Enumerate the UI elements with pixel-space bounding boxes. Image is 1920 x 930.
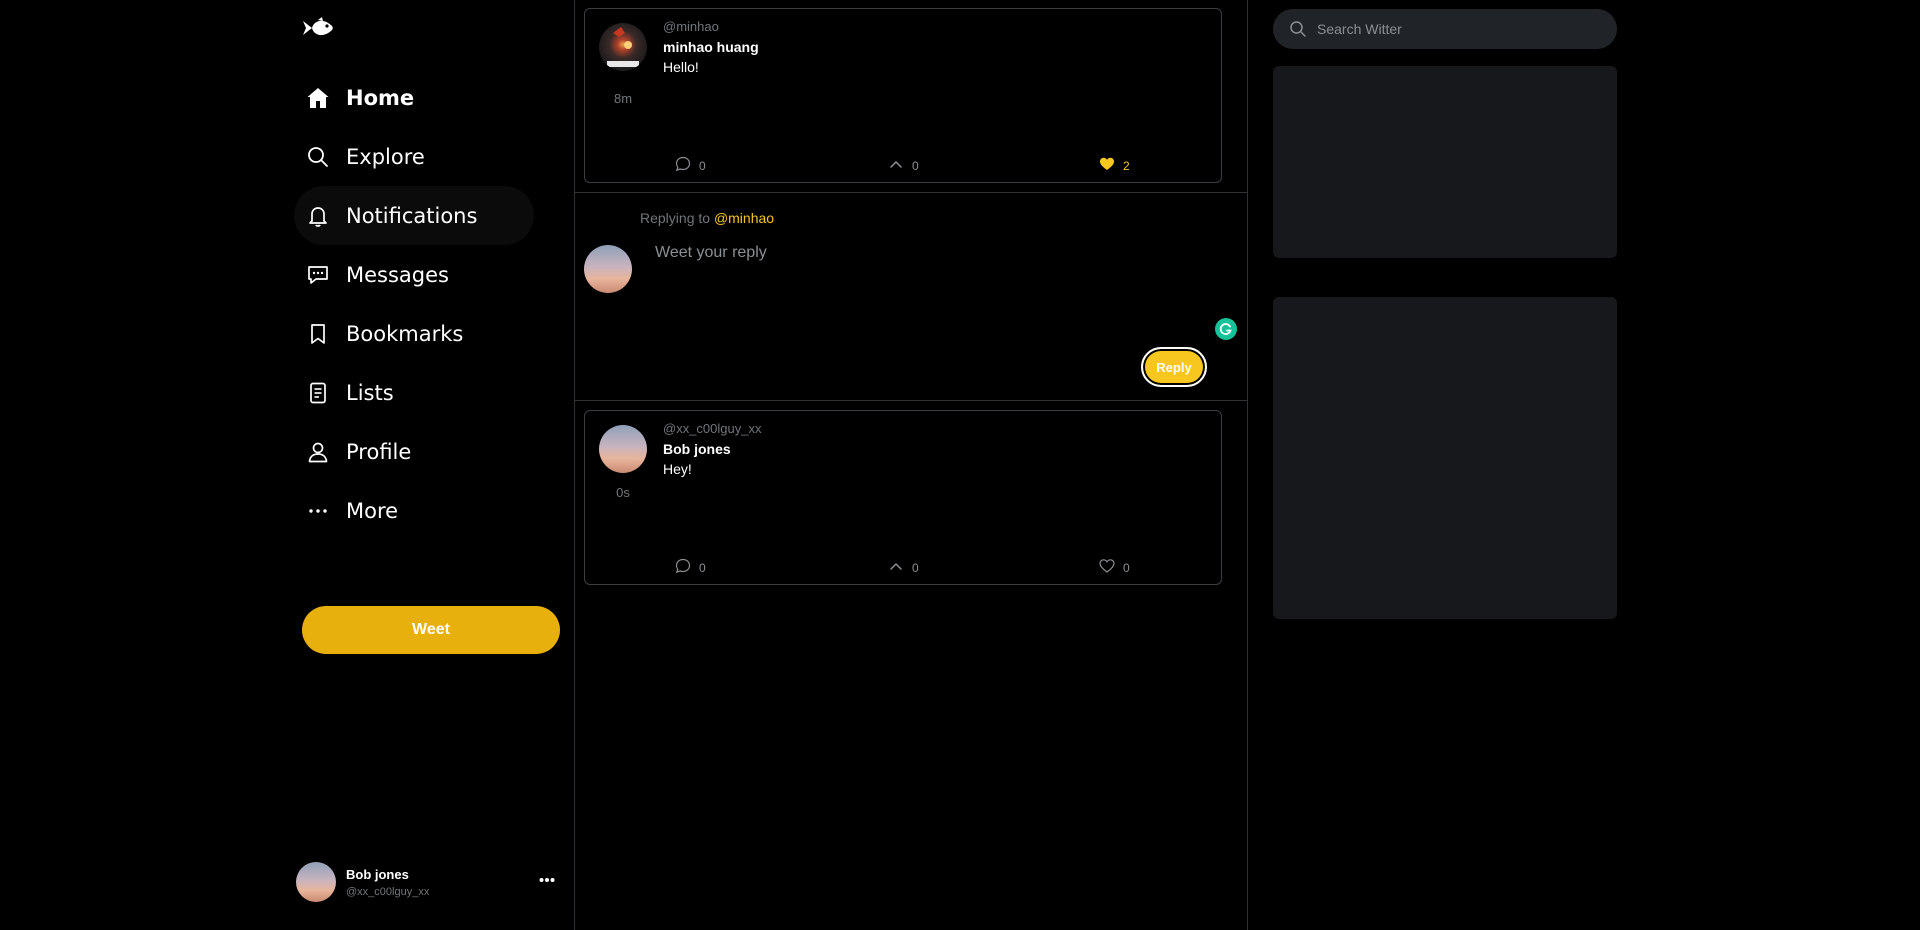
divider xyxy=(575,192,1247,193)
reweet-count: 0 xyxy=(912,561,919,575)
nav-item-messages[interactable]: Messages xyxy=(302,245,552,304)
account-names: Bob jones @xx_c00lguy_xx xyxy=(346,867,429,898)
nav-label-home: Home xyxy=(346,85,415,110)
home-icon xyxy=(306,86,330,110)
grammarly-icon[interactable] xyxy=(1215,318,1237,340)
left-sidebar: Home Explore Notifications Messages Book… xyxy=(288,0,574,930)
reweet-count: 0 xyxy=(912,159,919,173)
main-nav: Home Explore Notifications Messages Book… xyxy=(294,68,560,654)
nav-item-lists[interactable]: Lists xyxy=(302,363,552,422)
who-to-follow-panel xyxy=(1273,297,1617,619)
weet-actions: 0 0 0 xyxy=(585,558,1221,578)
list-icon xyxy=(306,381,330,405)
heart-filled-icon xyxy=(1099,156,1115,177)
comment-button[interactable]: 0 xyxy=(675,558,706,578)
search-icon xyxy=(1289,20,1307,38)
chevron-up-icon xyxy=(888,156,904,177)
divider xyxy=(575,400,1247,401)
search-icon xyxy=(306,145,330,169)
nav-label-explore: Explore xyxy=(346,144,425,169)
weet-time: 8m xyxy=(613,91,633,106)
comment-icon xyxy=(675,156,691,177)
reply-composer: Replying to @minhao Reply xyxy=(575,194,1247,400)
bell-icon xyxy=(306,204,330,228)
nav-label-messages: Messages xyxy=(346,262,449,287)
account-handle: @xx_c00lguy_xx xyxy=(346,885,430,898)
nav-item-profile[interactable]: Profile xyxy=(302,422,552,481)
weet-card[interactable]: 8m @minhao minhao huang Hello! 0 0 2 xyxy=(584,8,1222,183)
account-switcher[interactable]: Bob jones @xx_c00lguy_xx xyxy=(296,860,558,904)
comment-count: 0 xyxy=(699,561,706,575)
reweet-button[interactable]: 0 xyxy=(888,156,919,176)
nav-label-bookmarks: Bookmarks xyxy=(346,321,464,346)
replying-to-line: Replying to @minhao xyxy=(640,210,774,226)
replying-prefix: Replying to xyxy=(640,210,711,226)
more-dots-icon xyxy=(306,499,330,523)
search-input[interactable] xyxy=(1317,21,1597,37)
search-bar[interactable] xyxy=(1273,9,1617,49)
nav-item-notifications[interactable]: Notifications xyxy=(294,186,534,245)
fish-logo-icon[interactable] xyxy=(300,14,336,42)
chevron-up-icon xyxy=(888,558,904,579)
weet-text: Hey! xyxy=(663,461,692,477)
comment-count: 0 xyxy=(699,159,706,173)
heart-icon xyxy=(1099,558,1115,579)
replying-mention[interactable]: @minhao xyxy=(714,210,774,226)
bookmark-icon xyxy=(306,322,330,346)
nav-label-lists: Lists xyxy=(346,380,394,405)
weet-handle[interactable]: @minhao xyxy=(663,19,719,34)
weet-handle[interactable]: @xx_c00lguy_xx xyxy=(663,421,761,436)
avatar xyxy=(296,862,336,902)
nav-item-more[interactable]: More xyxy=(302,481,552,540)
weet-actions: 0 0 2 xyxy=(585,156,1221,176)
weet-time: 0s xyxy=(616,485,630,500)
reply-input[interactable] xyxy=(655,244,1215,334)
trends-panel xyxy=(1273,66,1617,258)
nav-label-profile: Profile xyxy=(346,439,412,464)
nav-item-explore[interactable]: Explore xyxy=(302,127,552,186)
nav-label-notifications: Notifications xyxy=(346,203,478,228)
app-root: Home Explore Notifications Messages Book… xyxy=(0,0,1920,930)
avatar[interactable] xyxy=(599,23,647,71)
comment-button[interactable]: 0 xyxy=(675,156,706,176)
avatar xyxy=(584,245,632,293)
nav-label-more: More xyxy=(346,498,399,523)
account-name: Bob jones xyxy=(346,866,409,882)
right-sidebar xyxy=(1273,0,1618,930)
nav-item-bookmarks[interactable]: Bookmarks xyxy=(302,304,552,363)
like-count: 0 xyxy=(1123,561,1130,575)
reweet-button[interactable]: 0 xyxy=(888,558,919,578)
weet-button[interactable]: Weet xyxy=(302,606,560,654)
reply-button[interactable]: Reply xyxy=(1141,347,1207,387)
nav-item-home[interactable]: Home xyxy=(302,68,552,127)
main-column: 8m @minhao minhao huang Hello! 0 0 2 Rep… xyxy=(574,0,1248,930)
message-icon xyxy=(306,263,330,287)
account-more-icon[interactable] xyxy=(536,870,558,890)
like-count: 2 xyxy=(1123,159,1130,173)
weet-author-name[interactable]: Bob jones xyxy=(663,441,731,457)
comment-icon xyxy=(675,558,691,579)
weet-author-name[interactable]: minhao huang xyxy=(663,39,759,55)
weet-text: Hello! xyxy=(663,59,699,75)
like-button[interactable]: 2 xyxy=(1099,156,1130,176)
like-button[interactable]: 0 xyxy=(1099,558,1130,578)
avatar[interactable] xyxy=(599,425,647,473)
person-icon xyxy=(306,440,330,464)
weet-card[interactable]: 0s @xx_c00lguy_xx Bob jones Hey! 0 0 0 xyxy=(584,410,1222,585)
